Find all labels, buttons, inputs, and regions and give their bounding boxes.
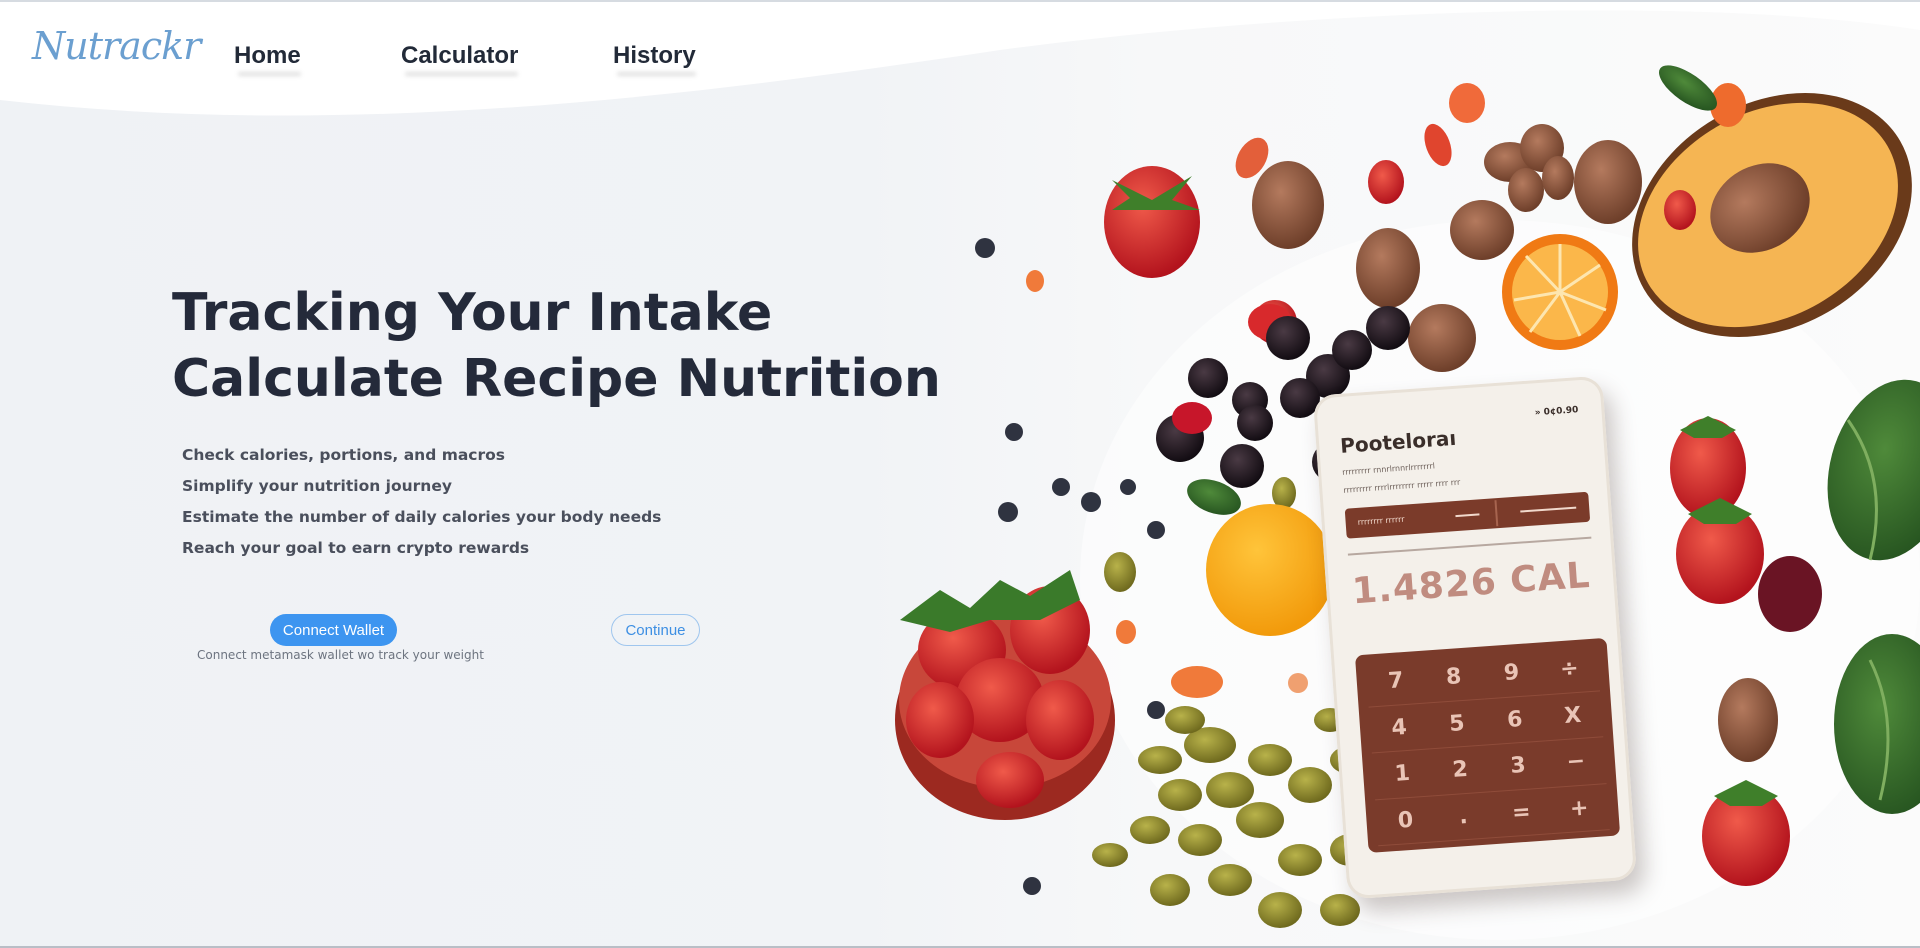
hero-title: Tracking Your Intake Calculate Recipe Nu… xyxy=(172,280,941,412)
key: 0 xyxy=(1375,795,1437,847)
key: 5 xyxy=(1426,699,1488,750)
nav-home[interactable]: Home xyxy=(234,42,301,70)
phone-title: Pooteloraı xyxy=(1339,425,1457,458)
feature-item: Check calories, portions, and macros xyxy=(182,446,506,464)
key: 4 xyxy=(1368,703,1430,754)
nav-history[interactable]: History xyxy=(613,42,696,70)
phone-input-bar: rrrrrrrr rrrrrr xyxy=(1344,491,1591,539)
key: X xyxy=(1542,690,1604,742)
phone-subtitle: rrrrrrrrr rnnrlrnnrlrrrrrrrl xyxy=(1341,461,1436,477)
key: 7 xyxy=(1365,656,1427,708)
key: ÷ xyxy=(1538,644,1601,695)
key: = xyxy=(1490,787,1552,839)
phone-corner-text: » 0¢0.90 xyxy=(1534,405,1579,419)
calorie-display: 1.4826 CAL xyxy=(1350,554,1592,613)
hero-title-line-2: Calculate Recipe Nutrition xyxy=(172,349,941,409)
connect-wallet-button[interactable]: Connect Wallet xyxy=(270,614,397,646)
key: 1 xyxy=(1371,749,1433,800)
phone-divider xyxy=(1347,536,1592,556)
key: 9 xyxy=(1481,648,1543,700)
phone-subtitle: rrrrrrrrr rrrrlrrrrrrrr rrrrr rrrr rrr xyxy=(1343,477,1461,495)
key: 3 xyxy=(1487,741,1549,792)
feature-item: Simplify your nutrition journey xyxy=(182,477,452,495)
feature-list: Check calories, portions, and macros Sim… xyxy=(182,440,661,564)
page: Nutrackr Home Calculator History Trackin… xyxy=(0,0,1920,948)
hero-title-line-1: Tracking Your Intake xyxy=(172,283,773,343)
hero-illustration: Pooteloraı » 0¢0.90 rrrrrrrrr rnnrlrnnrl… xyxy=(880,60,1920,948)
phone-bar-line xyxy=(1455,513,1480,518)
calculator-phone: Pooteloraı » 0¢0.90 rrrrrrrrr rnnrlrnnrl… xyxy=(1312,375,1638,900)
logo[interactable]: Nutrackr xyxy=(32,24,201,68)
key: 8 xyxy=(1423,652,1485,704)
key: + xyxy=(1548,783,1610,835)
phone-bar-divider xyxy=(1494,500,1499,527)
key: 2 xyxy=(1429,745,1491,796)
key: . xyxy=(1432,791,1495,843)
feature-item: Reach your goal to earn crypto rewards xyxy=(182,539,530,557)
nav-calculator[interactable]: Calculator xyxy=(401,42,518,70)
feature-item: Estimate the number of daily calories yo… xyxy=(182,508,662,526)
phone-bar-line xyxy=(1520,506,1577,513)
continue-button[interactable]: Continue xyxy=(611,614,700,646)
key: 6 xyxy=(1484,694,1546,746)
connect-hint: Connect metamask wallet wo track your we… xyxy=(197,648,484,662)
calculator-keypad: 7 8 9 ÷ 4 5 6 X 1 2 3 − 0 . = + xyxy=(1354,637,1621,853)
key: − xyxy=(1545,737,1607,788)
phone-bar-label: rrrrrrrr rrrrrr xyxy=(1357,514,1405,527)
